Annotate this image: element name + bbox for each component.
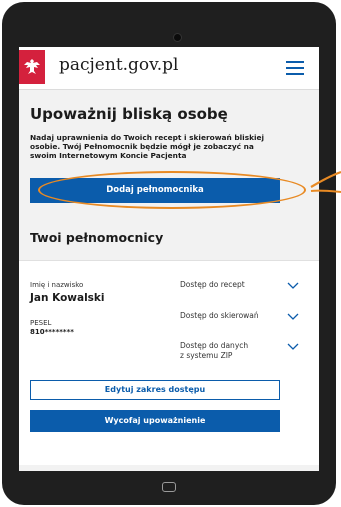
annotation-arrow (310, 170, 341, 193)
